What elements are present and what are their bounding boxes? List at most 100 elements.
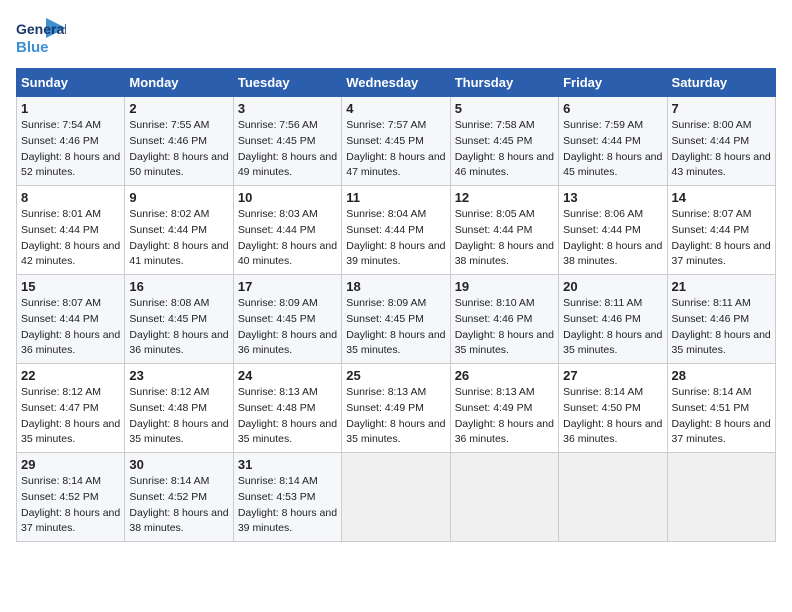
cell-content: Sunrise: 7:57 AMSunset: 4:45 PMDaylight:…: [346, 118, 445, 181]
calendar-cell: 31 Sunrise: 8:14 AMSunset: 4:53 PMDayligh…: [233, 453, 341, 542]
cell-content: Sunrise: 8:13 AMSunset: 4:49 PMDaylight:…: [455, 385, 554, 448]
day-number: 15: [21, 279, 120, 294]
calendar-cell: 16 Sunrise: 8:08 AMSunset: 4:45 PMDayligh…: [125, 275, 233, 364]
calendar-cell: [667, 453, 775, 542]
week-row-3: 15 Sunrise: 8:07 AMSunset: 4:44 PMDayligh…: [17, 275, 776, 364]
day-number: 5: [455, 101, 554, 116]
calendar-cell: 24Sunrise: 8:13 AMSunset: 4:48 PMDayligh…: [233, 364, 341, 453]
cell-content: Sunrise: 8:11 AMSunset: 4:46 PMDaylight:…: [563, 296, 662, 359]
day-number: 14: [672, 190, 771, 205]
calendar-cell: 23Sunrise: 8:12 AMSunset: 4:48 PMDayligh…: [125, 364, 233, 453]
day-number: 11: [346, 190, 445, 205]
cell-content: Sunrise: 7:58 AMSunset: 4:45 PMDaylight:…: [455, 118, 554, 181]
day-number: 4: [346, 101, 445, 116]
cell-content: Sunrise: 8:14 AMSunset: 4:50 PMDaylight:…: [563, 385, 662, 448]
calendar-cell: 12Sunrise: 8:05 AMSunset: 4:44 PMDayligh…: [450, 186, 558, 275]
calendar-cell: 6Sunrise: 7:59 AMSunset: 4:44 PMDaylight…: [559, 97, 667, 186]
page-header: General Blue: [16, 16, 776, 60]
calendar-cell: 3Sunrise: 7:56 AMSunset: 4:45 PMDaylight…: [233, 97, 341, 186]
cell-content: Sunrise: 8:14 AMSunset: 4:53 PMDaylight:…: [238, 474, 337, 537]
week-row-2: 8 Sunrise: 8:01 AMSunset: 4:44 PMDaylight…: [17, 186, 776, 275]
calendar-cell: 14Sunrise: 8:07 AMSunset: 4:44 PMDayligh…: [667, 186, 775, 275]
col-header-friday: Friday: [559, 69, 667, 97]
day-number: 7: [672, 101, 771, 116]
day-number: 20: [563, 279, 662, 294]
cell-content: Sunrise: 8:08 AMSunset: 4:45 PMDaylight:…: [129, 296, 228, 359]
calendar-cell: 25Sunrise: 8:13 AMSunset: 4:49 PMDayligh…: [342, 364, 450, 453]
col-header-saturday: Saturday: [667, 69, 775, 97]
day-number: 19: [455, 279, 554, 294]
cell-content: Sunrise: 8:12 AMSunset: 4:48 PMDaylight:…: [129, 385, 228, 448]
calendar-cell: [342, 453, 450, 542]
cell-content: Sunrise: 8:12 AMSunset: 4:47 PMDaylight:…: [21, 385, 120, 448]
day-number: 6: [563, 101, 662, 116]
calendar-cell: 20 Sunrise: 8:11 AMSunset: 4:46 PMDayligh…: [559, 275, 667, 364]
day-number: 21: [672, 279, 771, 294]
cell-content: Sunrise: 8:09 AMSunset: 4:45 PMDaylight:…: [346, 296, 445, 359]
day-number: 26: [455, 368, 554, 383]
logo-area: General Blue: [16, 16, 66, 60]
day-number: 9: [129, 190, 228, 205]
svg-text:General: General: [16, 21, 66, 37]
calendar-cell: 28 Sunrise: 8:14 AMSunset: 4:51 PMDayligh…: [667, 364, 775, 453]
day-number: 1: [21, 101, 120, 116]
calendar-cell: 2Sunrise: 7:55 AMSunset: 4:46 PMDaylight…: [125, 97, 233, 186]
day-number: 8: [21, 190, 120, 205]
calendar-cell: 7 Sunrise: 8:00 AMSunset: 4:44 PMDaylight…: [667, 97, 775, 186]
day-number: 28: [672, 368, 771, 383]
day-number: 27: [563, 368, 662, 383]
day-number: 3: [238, 101, 337, 116]
col-header-wednesday: Wednesday: [342, 69, 450, 97]
calendar-cell: 30 Sunrise: 8:14 AMSunset: 4:52 PMDayligh…: [125, 453, 233, 542]
calendar-cell: 1Sunrise: 7:54 AMSunset: 4:46 PMDaylight…: [17, 97, 125, 186]
cell-content: Sunrise: 8:02 AMSunset: 4:44 PMDaylight:…: [129, 207, 228, 270]
col-header-thursday: Thursday: [450, 69, 558, 97]
cell-content: Sunrise: 8:14 AMSunset: 4:51 PMDaylight:…: [672, 385, 771, 448]
week-row-5: 29 Sunrise: 8:14 AMSunset: 4:52 PMDayligh…: [17, 453, 776, 542]
day-number: 25: [346, 368, 445, 383]
day-number: 18: [346, 279, 445, 294]
day-number: 16: [129, 279, 228, 294]
cell-content: Sunrise: 8:01 AMSunset: 4:44 PMDaylight:…: [21, 207, 120, 270]
logo: General Blue: [16, 16, 66, 60]
day-number: 22: [21, 368, 120, 383]
day-number: 29: [21, 457, 120, 472]
calendar-cell: 8 Sunrise: 8:01 AMSunset: 4:44 PMDaylight…: [17, 186, 125, 275]
calendar-cell: 27 Sunrise: 8:14 AMSunset: 4:50 PMDayligh…: [559, 364, 667, 453]
calendar-cell: 18 Sunrise: 8:09 AMSunset: 4:45 PMDayligh…: [342, 275, 450, 364]
svg-text:Blue: Blue: [16, 39, 49, 56]
cell-content: Sunrise: 8:10 AMSunset: 4:46 PMDaylight:…: [455, 296, 554, 359]
calendar-cell: 5 Sunrise: 7:58 AMSunset: 4:45 PMDaylight…: [450, 97, 558, 186]
logo-svg: General Blue: [16, 16, 66, 60]
day-number: 24: [238, 368, 337, 383]
calendar-cell: 11 Sunrise: 8:04 AMSunset: 4:44 PMDayligh…: [342, 186, 450, 275]
calendar-cell: 15 Sunrise: 8:07 AMSunset: 4:44 PMDayligh…: [17, 275, 125, 364]
day-number: 30: [129, 457, 228, 472]
cell-content: Sunrise: 8:11 AMSunset: 4:46 PMDaylight:…: [672, 296, 771, 359]
day-number: 12: [455, 190, 554, 205]
calendar-cell: 19 Sunrise: 8:10 AMSunset: 4:46 PMDayligh…: [450, 275, 558, 364]
day-number: 17: [238, 279, 337, 294]
cell-content: Sunrise: 8:04 AMSunset: 4:44 PMDaylight:…: [346, 207, 445, 270]
day-number: 10: [238, 190, 337, 205]
header-row: SundayMondayTuesdayWednesdayThursdayFrid…: [17, 69, 776, 97]
week-row-1: 1Sunrise: 7:54 AMSunset: 4:46 PMDaylight…: [17, 97, 776, 186]
calendar-cell: 4 Sunrise: 7:57 AMSunset: 4:45 PMDaylight…: [342, 97, 450, 186]
cell-content: Sunrise: 8:07 AMSunset: 4:44 PMDaylight:…: [21, 296, 120, 359]
day-number: 31: [238, 457, 337, 472]
calendar-cell: 21 Sunrise: 8:11 AMSunset: 4:46 PMDayligh…: [667, 275, 775, 364]
calendar-cell: 17 Sunrise: 8:09 AMSunset: 4:45 PMDayligh…: [233, 275, 341, 364]
col-header-tuesday: Tuesday: [233, 69, 341, 97]
week-row-4: 22 Sunrise: 8:12 AMSunset: 4:47 PMDayligh…: [17, 364, 776, 453]
cell-content: Sunrise: 8:09 AMSunset: 4:45 PMDaylight:…: [238, 296, 337, 359]
calendar-cell: [450, 453, 558, 542]
cell-content: Sunrise: 8:14 AMSunset: 4:52 PMDaylight:…: [129, 474, 228, 537]
calendar-cell: 22 Sunrise: 8:12 AMSunset: 4:47 PMDayligh…: [17, 364, 125, 453]
cell-content: Sunrise: 8:03 AMSunset: 4:44 PMDaylight:…: [238, 207, 337, 270]
day-number: 13: [563, 190, 662, 205]
calendar-cell: 29 Sunrise: 8:14 AMSunset: 4:52 PMDayligh…: [17, 453, 125, 542]
cell-content: Sunrise: 7:55 AMSunset: 4:46 PMDaylight:…: [129, 118, 228, 181]
cell-content: Sunrise: 8:14 AMSunset: 4:52 PMDaylight:…: [21, 474, 120, 537]
cell-content: Sunrise: 8:00 AMSunset: 4:44 PMDaylight:…: [672, 118, 771, 181]
col-header-monday: Monday: [125, 69, 233, 97]
